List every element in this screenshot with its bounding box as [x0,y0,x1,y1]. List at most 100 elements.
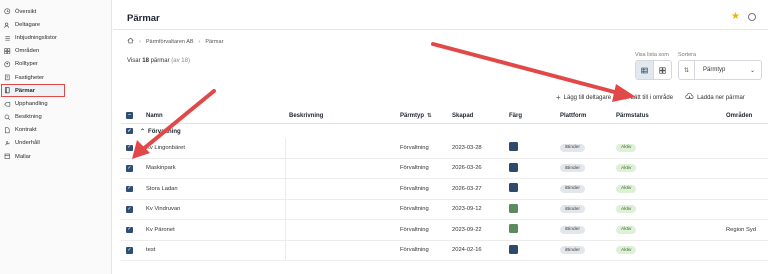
sidebar-item-inbjudningslistor[interactable]: Inbjudningslistor [0,31,111,44]
sidebar-item-label: Besiktning [15,114,42,121]
sidebar-item-label: Pärmar [15,87,35,94]
column-header-platform[interactable]: Plattform [560,113,616,119]
row-type: Förvaltning [400,247,429,254]
add-participant-button[interactable]: + Lägg till deltagare [556,93,611,101]
platform-badge: iBinder [560,164,585,173]
status-badge: Aktiv [616,164,637,173]
select-all-checkbox[interactable]: – [121,112,138,119]
sort-label: Sortera [678,52,697,58]
sidebar-item-upphandling[interactable]: Upphandling [0,97,111,110]
add-to-area-button[interactable]: + Lätt till i område [623,93,674,101]
column-header-status[interactable]: Pärmstatus [616,113,726,119]
count-unit: pärmar [150,58,170,64]
header-actions: ★ [731,12,756,22]
row-platform: iBinder [560,143,616,152]
platform-badge: iBinder [560,184,585,193]
row-checkbox[interactable]: ✓ [121,165,138,172]
row-status: Aktiv [616,164,726,173]
column-header-name[interactable]: Namn [138,113,285,119]
binders-table: – Namn Beskrivning Pärmtyp ⇅ Skapad Färg … [121,108,768,261]
column-header-color[interactable]: Färg [509,113,560,119]
row-status: Aktiv [616,184,726,193]
sidebar-item-label: Områden [15,48,40,55]
main-content: Pärmar ★ › Pärmförvaltaren AB › Pärmar V… [113,0,768,274]
sidebar-item-underhall[interactable]: Underhåll [0,137,111,150]
role-icon [4,61,11,68]
maintenance-icon [4,140,11,147]
row-platform: iBinder [560,246,616,255]
table-row[interactable]: ✓ Kv Lingonbäret Förvaltning 2023-03-28 iBin… [121,138,768,159]
column-header-created[interactable]: Skapad [452,113,509,119]
grid-icon [4,48,11,55]
table-row[interactable]: ✓ Kv Päronet Förvaltning 2023-09-22 iBinder A… [121,220,768,241]
checkmark-icon: ✓ [126,226,133,233]
row-status: Aktiv [616,225,726,234]
table-row[interactable]: ✓ Stora Ladan Förvaltning 2026-03-27 iBinder… [121,179,768,200]
add-to-area-label: Lätt till i område [630,94,674,101]
row-name[interactable]: Kv Lingonbäret [138,145,285,151]
row-checkbox[interactable]: ✓ [121,247,138,254]
row-status: Aktiv [616,205,726,214]
row-created: 2024-02-16 [452,247,482,254]
clock-icon [4,8,11,15]
row-checkbox[interactable]: ✓ [121,185,138,192]
sidebar-item-besiktning[interactable]: Besiktning [0,111,111,124]
row-created: 2023-09-22 [452,226,482,233]
grid-view-button[interactable] [654,61,671,79]
row-color [509,224,560,235]
row-color [509,162,560,174]
sidebar-item-omraden[interactable]: Områden [0,45,111,58]
info-circle-icon[interactable] [748,13,756,21]
column-header-description[interactable]: Beskrivning [285,108,396,123]
row-color [509,142,560,153]
row-checkbox[interactable]: ✓ [121,226,138,233]
status-badge: Aktiv [616,205,637,214]
sidebar-item-deltagare[interactable]: Deltagare [0,18,111,31]
download-binders-label: Ladda ner pärmar [697,94,745,101]
row-name[interactable]: Kv Vindruvan [138,206,285,212]
contract-icon [4,127,11,134]
list-view-button[interactable] [636,61,654,79]
color-swatch [509,244,518,254]
sort-order-icon[interactable]: ⇅ [679,61,695,79]
row-checkbox[interactable]: ✓ [121,206,138,213]
sort-select[interactable]: ⇅ Pärmtyp ⌄ [678,60,762,80]
chevron-up-icon[interactable]: ⌃ [140,129,145,135]
sidebar-item-fastigheter[interactable]: Fastigheter [0,71,111,84]
row-platform: iBinder [560,164,616,173]
binder-icon [4,87,11,94]
sort-icon[interactable]: ⇅ [427,113,432,119]
row-name[interactable]: test [138,247,285,253]
sidebar-item-oversikt[interactable]: Översikt [0,5,111,18]
row-checkbox[interactable]: ✓ [121,144,138,151]
sidebar-item-parmar[interactable]: Pärmar [1,84,65,98]
download-binders-button[interactable]: Ladda ner pärmar [685,92,745,102]
grid-view-icon [659,66,666,74]
star-icon[interactable]: ★ [731,12,740,22]
table-row[interactable]: ✓ Kv Vindruvan Förvaltning 2023-09-12 iBinde… [121,199,768,220]
row-name[interactable]: Maskinpark [138,165,285,171]
sidebar-item-mallar[interactable]: Mallar [0,150,111,163]
row-name[interactable]: Stora Ladan [138,186,285,192]
breadcrumb: › Pärmförvaltaren AB › Pärmar [127,37,223,46]
group-header[interactable]: ⌃ Förvaltning [138,128,285,135]
table-row[interactable]: ✓ test Förvaltning 2024-02-16 iBinder Aktiv [121,240,768,261]
group-row[interactable]: ✓ ⌃ Förvaltning [121,124,768,138]
column-header-areas[interactable]: Områden [726,113,768,119]
group-checkbox[interactable]: ✓ [121,127,138,135]
row-type: Förvaltning [400,206,429,213]
sidebar: Översikt Deltagare Inbjudningslistor Omr… [0,0,112,274]
table-row[interactable]: ✓ Maskinpark Förvaltning 2026-03-26 iBinder A… [121,158,768,179]
sidebar-item-rolltyper[interactable]: Rolltyper [0,58,111,71]
checkmark-icon: ✓ [126,144,133,151]
sidebar-item-label: Fastigheter [15,74,44,81]
home-icon[interactable] [127,37,134,46]
row-name[interactable]: Kv Päronet [138,227,285,233]
platform-badge: iBinder [560,205,585,214]
column-header-type[interactable]: Pärmtyp ⇅ [396,113,452,119]
breadcrumb-item-org[interactable]: Pärmförvaltaren AB [146,39,194,45]
procurement-icon [4,100,11,107]
row-created: 2023-03-28 [452,144,482,151]
sidebar-item-kontrakt[interactable]: Kontrakt [0,124,111,137]
result-count: Visar 18 pärmar (av 18) [127,58,190,64]
